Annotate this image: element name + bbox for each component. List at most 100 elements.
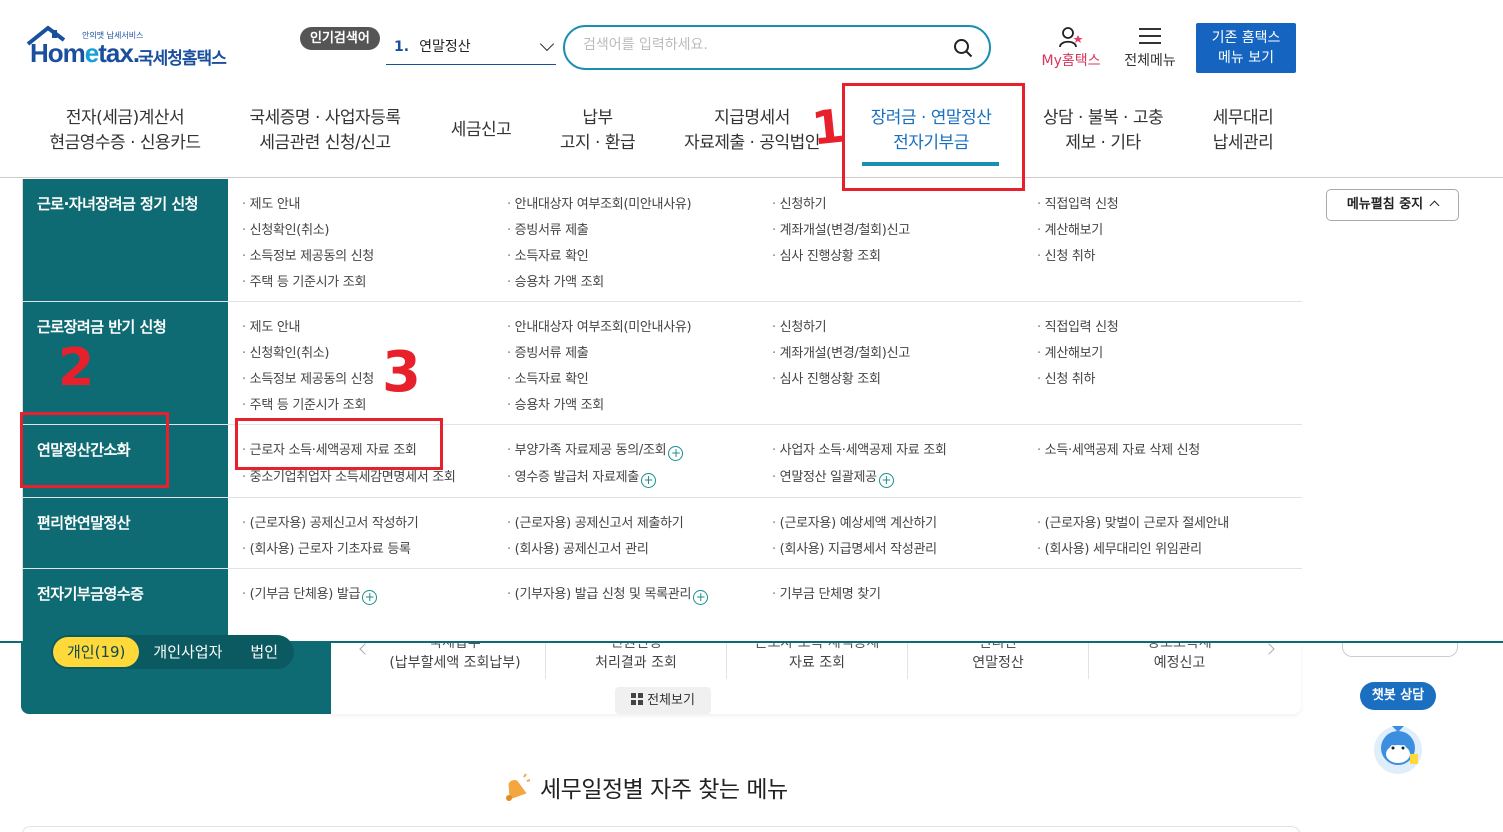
user-type-panel: 개인(19) 개인사업자 법인 [21,635,331,714]
quick-item[interactable]: 민원신청 처리결과 조회 [546,643,727,679]
hamburger-icon [1139,28,1161,44]
quick-menu-list: 국세납부 (납부할세액 조회납부) 민원신청 처리결과 조회 근로자 소득·세액공제… [331,643,1301,714]
chatbot-mascot-icon[interactable] [1370,718,1426,776]
logo-korean-name: 국세청홈택스 [138,49,227,69]
category-incentive-regular[interactable]: 근로·자녀장려금 정기 신청 [37,193,198,214]
tab-sole-proprietor[interactable]: 개인사업자 [139,637,236,667]
row-divider [23,424,1302,425]
menu-link[interactable]: 안내대상자 여부조회(미안내사유) [507,316,692,335]
menu-link[interactable]: (근로자용) 맞벌이 근로자 절세안내 [1037,512,1230,531]
category-incentive-half[interactable]: 근로장려금 반기 신청 [37,316,167,337]
user-type-tabs: 개인(19) 개인사업자 법인 [51,635,295,669]
menu-link[interactable]: (근로자용) 공제신고서 작성하기 [242,512,419,531]
plus-icon: + [878,473,894,488]
gnb-consultation[interactable]: 상담 · 불복 · 고충 제보 · 기타 [1030,106,1176,156]
menu-link[interactable]: (회사용) 공제신고서 관리 [507,538,649,557]
plus-icon: + [362,590,378,605]
menu-link[interactable]: 주택 등 기준시가 조회 [242,271,367,290]
chatbot-button[interactable]: 챗봇 상담 [1360,682,1436,710]
menu-link[interactable]: 승용차 가액 조회 [507,394,605,413]
quick-item[interactable]: 편리한 연말정산 [908,643,1089,679]
annotation-number-1: 1 [809,98,847,156]
menu-link[interactable]: 증빙서류 제출 [507,219,589,238]
menu-link[interactable]: 신청 취하 [1037,245,1096,264]
my-hometax-link[interactable]: My홈택스 [1036,26,1106,74]
chevron-down-icon [539,36,555,52]
menu-link[interactable]: 소득정보 제공동의 신청 [242,368,375,387]
bell-icon [506,773,530,801]
section-title: 세무일정별 자주 찾는 메뉴 [540,777,788,803]
menu-link[interactable]: 연말정산 일괄제공+ [772,466,894,488]
tab-corporation[interactable]: 법인 [236,637,292,667]
menu-link[interactable]: 소득·세액공제 자료 삭제 신청 [1037,439,1201,458]
menu-link[interactable]: (기부금 단체용) 발급+ [242,583,378,605]
menu-link[interactable]: 사업자 소득·세액공제 자료 조회 [772,439,947,458]
quick-item[interactable]: 근로자 소득·세액공제 자료 조회 [727,643,908,679]
search-box [563,25,991,70]
all-menu-button[interactable]: 전체메뉴 [1118,26,1182,74]
search-input[interactable] [583,37,943,53]
menu-link[interactable]: 소득자료 확인 [507,245,589,264]
gnb-tax-filing[interactable]: 세금신고 [440,118,522,143]
plus-icon: + [668,446,684,461]
schedule-card [21,826,1301,832]
menu-link[interactable]: 직접입력 신청 [1037,316,1119,335]
quick-item[interactable]: 양도소득세 예정신고 [1089,643,1270,679]
menu-link[interactable]: 주택 등 기준시가 조회 [242,394,367,413]
annotation-box-3 [235,418,443,470]
menu-link[interactable]: 신청하기 [772,193,827,212]
menu-link[interactable]: 신청하기 [772,316,827,335]
frequent-menu-section: 세무일정별 자주 찾는 메뉴 [500,770,788,804]
side-widget [1342,643,1458,657]
gnb-tax-agent[interactable]: 세무대리 납세관리 [1200,106,1286,156]
menu-link[interactable]: 안내대상자 여부조회(미안내사유) [507,193,692,212]
view-all-button[interactable]: 전체보기 [615,687,711,714]
plus-icon: + [693,590,709,605]
gnb-e-invoice[interactable]: 전자(세금)계산서 현금영수증 · 신용카드 [40,106,210,156]
menu-link[interactable]: (회사용) 세무대리인 위임관리 [1037,538,1202,557]
menu-link[interactable]: 영수증 발급처 자료제출+ [507,466,656,488]
category-e-donation-receipt[interactable]: 전자기부금영수증 [37,583,144,604]
stop-menu-expand-button[interactable]: 메뉴펼침 중지 [1326,189,1459,221]
hometax-logo[interactable]: 안의맷 납세서비스 Hometax. 국세청홈택스 [22,22,242,72]
gnb-payment[interactable]: 납부 고지 · 환급 [550,106,645,156]
row-divider [23,568,1302,569]
search-icon[interactable] [953,38,973,58]
menu-link[interactable]: 직접입력 신청 [1037,193,1119,212]
menu-link[interactable]: 신청확인(취소) [242,342,330,361]
menu-link[interactable]: 신청확인(취소) [242,219,330,238]
menu-link[interactable]: 기부금 단체명 찾기 [772,583,881,602]
menu-link[interactable]: 제도 안내 [242,193,301,212]
menu-link[interactable]: 계산해보기 [1037,342,1104,361]
menu-link[interactable]: (회사용) 지급명세서 작성관리 [772,538,937,557]
menu-link[interactable]: (기부자용) 발급 신청 및 목록관리+ [507,583,709,605]
annotation-number-3: 3 [382,340,421,405]
menu-link[interactable]: 심사 진행상황 조회 [772,245,881,264]
menu-link[interactable]: 소득자료 확인 [507,368,589,387]
menu-link[interactable]: 계좌개설(변경/철회)신고 [772,342,911,361]
grid-icon [631,693,644,705]
chevron-up-icon [1429,200,1440,211]
gnb-payment-statement[interactable]: 지급명세서 자료제출 · 공익법인 [672,106,832,156]
menu-link[interactable]: (근로자용) 예상세액 계산하기 [772,512,937,531]
menu-link[interactable]: 제도 안내 [242,316,301,335]
menu-link[interactable]: 부양가족 자료제공 동의/조회+ [507,439,684,461]
menu-link[interactable]: (근로자용) 공제신고서 제출하기 [507,512,684,531]
main-navigation: 전자(세금)계산서 현금영수증 · 신용카드 국세증명 · 사업자등록 세금관련… [0,100,1503,178]
my-hometax-label: My홈택스 [1041,53,1101,69]
category-convenient-yearend[interactable]: 편리한연말정산 [37,512,131,533]
popular-search-select[interactable]: 1. 연말정산 [386,33,556,65]
menu-link[interactable]: 증빙서류 제출 [507,342,589,361]
quick-item[interactable]: 국세납부 (납부할세액 조회납부) [365,643,546,679]
gnb-certificates[interactable]: 국세증명 · 사업자등록 세금관련 신청/신고 [236,106,414,156]
menu-link[interactable]: 계좌개설(변경/철회)신고 [772,219,911,238]
menu-link[interactable]: 승용차 가액 조회 [507,271,605,290]
menu-link[interactable]: 소득정보 제공동의 신청 [242,245,375,264]
menu-link[interactable]: 심사 진행상황 조회 [772,368,881,387]
menu-link[interactable]: 신청 취하 [1037,368,1096,387]
menu-link[interactable]: (회사용) 근로자 기초자료 등록 [242,538,411,557]
popular-term: 연말정산 [419,39,471,55]
old-menu-button[interactable]: 기존 홈택스 메뉴 보기 [1196,23,1296,73]
menu-link[interactable]: 계산해보기 [1037,219,1104,238]
tab-individual[interactable]: 개인(19) [53,637,140,667]
